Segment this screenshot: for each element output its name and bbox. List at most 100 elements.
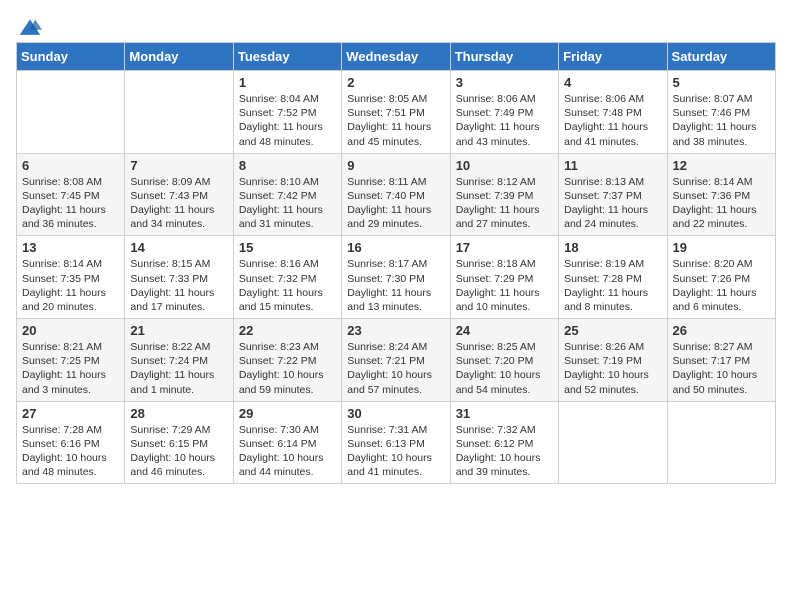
calendar-cell: [667, 401, 775, 484]
calendar-cell: 26 Sunrise: 8:27 AM Sunset: 7:17 PM Dayli…: [667, 319, 775, 402]
day-number: 23: [347, 323, 444, 338]
day-number: 22: [239, 323, 336, 338]
cell-text: Sunrise: 8:24 AM Sunset: 7:21 PM Dayligh…: [347, 340, 444, 397]
day-number: 15: [239, 240, 336, 255]
cell-text: Sunrise: 8:27 AM Sunset: 7:17 PM Dayligh…: [673, 340, 770, 397]
week-row-1: 1 Sunrise: 8:04 AM Sunset: 7:52 PM Daylig…: [17, 71, 776, 154]
calendar-cell: [17, 71, 125, 154]
calendar-cell: 29 Sunrise: 7:30 AM Sunset: 6:14 PM Dayli…: [233, 401, 341, 484]
cell-text: Sunrise: 8:21 AM Sunset: 7:25 PM Dayligh…: [22, 340, 119, 397]
logo: [16, 16, 42, 34]
day-number: 10: [456, 158, 553, 173]
calendar-cell: 14Sunrise: 8:15 AM Sunset: 7:33 PM Dayli…: [125, 236, 233, 319]
calendar-cell: 16 Sunrise: 8:17 AM Sunset: 7:30 PM Dayli…: [342, 236, 450, 319]
week-row-2: 6 Sunrise: 8:08 AM Sunset: 7:45 PM Daylig…: [17, 153, 776, 236]
cell-text: Sunrise: 8:18 AM Sunset: 7:29 PM Dayligh…: [456, 257, 553, 314]
day-number: 9: [347, 158, 444, 173]
day-number: 3: [456, 75, 553, 90]
calendar-cell: [125, 71, 233, 154]
logo-icon: [18, 16, 42, 40]
week-row-5: 27 Sunrise: 7:28 AM Sunset: 6:16 PM Dayli…: [17, 401, 776, 484]
day-number: 18: [564, 240, 661, 255]
day-number: 27: [22, 406, 119, 421]
day-number: 29: [239, 406, 336, 421]
day-number: 19: [673, 240, 770, 255]
cell-text: Sunrise: 8:22 AM Sunset: 7:24 PM Dayligh…: [130, 340, 227, 397]
cell-text: Sunrise: 8:14 AM Sunset: 7:36 PM Dayligh…: [673, 175, 770, 232]
calendar-cell: 24Sunrise: 8:25 AM Sunset: 7:20 PM Dayli…: [450, 319, 558, 402]
calendar-cell: 23 Sunrise: 8:24 AM Sunset: 7:21 PM Dayli…: [342, 319, 450, 402]
calendar-cell: [559, 401, 667, 484]
cell-text: Sunrise: 8:06 AM Sunset: 7:48 PM Dayligh…: [564, 92, 661, 149]
header-row: SundayMondayTuesdayWednesdayThursdayFrid…: [17, 43, 776, 71]
week-row-3: 13 Sunrise: 8:14 AM Sunset: 7:35 PM Dayli…: [17, 236, 776, 319]
day-number: 14: [130, 240, 227, 255]
calendar-cell: 15 Sunrise: 8:16 AM Sunset: 7:32 PM Dayli…: [233, 236, 341, 319]
cell-text: Sunrise: 8:09 AM Sunset: 7:43 PM Dayligh…: [130, 175, 227, 232]
page-header: [16, 16, 776, 34]
day-number: 17: [456, 240, 553, 255]
cell-text: Sunrise: 8:12 AM Sunset: 7:39 PM Dayligh…: [456, 175, 553, 232]
calendar-cell: 22 Sunrise: 8:23 AM Sunset: 7:22 PM Dayli…: [233, 319, 341, 402]
day-number: 13: [22, 240, 119, 255]
cell-text: Sunrise: 8:04 AM Sunset: 7:52 PM Dayligh…: [239, 92, 336, 149]
day-number: 16: [347, 240, 444, 255]
day-number: 12: [673, 158, 770, 173]
cell-text: Sunrise: 8:17 AM Sunset: 7:30 PM Dayligh…: [347, 257, 444, 314]
calendar-cell: 1 Sunrise: 8:04 AM Sunset: 7:52 PM Daylig…: [233, 71, 341, 154]
cell-text: Sunrise: 8:23 AM Sunset: 7:22 PM Dayligh…: [239, 340, 336, 397]
cell-text: Sunrise: 7:28 AM Sunset: 6:16 PM Dayligh…: [22, 423, 119, 480]
day-number: 25: [564, 323, 661, 338]
calendar-cell: 11 Sunrise: 8:13 AM Sunset: 7:37 PM Dayli…: [559, 153, 667, 236]
calendar-cell: 2 Sunrise: 8:05 AM Sunset: 7:51 PM Daylig…: [342, 71, 450, 154]
cell-text: Sunrise: 8:14 AM Sunset: 7:35 PM Dayligh…: [22, 257, 119, 314]
cell-text: Sunrise: 8:13 AM Sunset: 7:37 PM Dayligh…: [564, 175, 661, 232]
calendar-cell: 31Sunrise: 7:32 AM Sunset: 6:12 PM Dayli…: [450, 401, 558, 484]
cell-text: Sunrise: 8:10 AM Sunset: 7:42 PM Dayligh…: [239, 175, 336, 232]
day-number: 21: [130, 323, 227, 338]
cell-text: Sunrise: 8:19 AM Sunset: 7:28 PM Dayligh…: [564, 257, 661, 314]
calendar-cell: 7 Sunrise: 8:09 AM Sunset: 7:43 PM Daylig…: [125, 153, 233, 236]
day-number: 31: [456, 406, 553, 421]
day-header-saturday: Saturday: [667, 43, 775, 71]
calendar-cell: 8 Sunrise: 8:10 AM Sunset: 7:42 PM Daylig…: [233, 153, 341, 236]
day-number: 7: [130, 158, 227, 173]
calendar-cell: 25 Sunrise: 8:26 AM Sunset: 7:19 PM Dayli…: [559, 319, 667, 402]
day-number: 5: [673, 75, 770, 90]
calendar-cell: 6 Sunrise: 8:08 AM Sunset: 7:45 PM Daylig…: [17, 153, 125, 236]
day-number: 20: [22, 323, 119, 338]
day-header-tuesday: Tuesday: [233, 43, 341, 71]
day-number: 28: [130, 406, 227, 421]
cell-text: Sunrise: 8:26 AM Sunset: 7:19 PM Dayligh…: [564, 340, 661, 397]
day-number: 26: [673, 323, 770, 338]
day-header-wednesday: Wednesday: [342, 43, 450, 71]
cell-text: Sunrise: 7:31 AM Sunset: 6:13 PM Dayligh…: [347, 423, 444, 480]
calendar-cell: 18 Sunrise: 8:19 AM Sunset: 7:28 PM Dayli…: [559, 236, 667, 319]
day-header-monday: Monday: [125, 43, 233, 71]
calendar-cell: 4Sunrise: 8:06 AM Sunset: 7:48 PM Daylig…: [559, 71, 667, 154]
day-number: 6: [22, 158, 119, 173]
cell-text: Sunrise: 8:05 AM Sunset: 7:51 PM Dayligh…: [347, 92, 444, 149]
day-number: 8: [239, 158, 336, 173]
cell-text: Sunrise: 8:16 AM Sunset: 7:32 PM Dayligh…: [239, 257, 336, 314]
calendar-table: SundayMondayTuesdayWednesdayThursdayFrid…: [16, 42, 776, 484]
calendar-cell: 19 Sunrise: 8:20 AM Sunset: 7:26 PM Dayli…: [667, 236, 775, 319]
day-number: 2: [347, 75, 444, 90]
day-number: 11: [564, 158, 661, 173]
calendar-cell: 13 Sunrise: 8:14 AM Sunset: 7:35 PM Dayli…: [17, 236, 125, 319]
cell-text: Sunrise: 8:20 AM Sunset: 7:26 PM Dayligh…: [673, 257, 770, 314]
day-number: 30: [347, 406, 444, 421]
day-number: 1: [239, 75, 336, 90]
calendar-cell: 10 Sunrise: 8:12 AM Sunset: 7:39 PM Dayli…: [450, 153, 558, 236]
calendar-cell: 9Sunrise: 8:11 AM Sunset: 7:40 PM Daylig…: [342, 153, 450, 236]
cell-text: Sunrise: 8:25 AM Sunset: 7:20 PM Dayligh…: [456, 340, 553, 397]
calendar-cell: 3Sunrise: 8:06 AM Sunset: 7:49 PM Daylig…: [450, 71, 558, 154]
week-row-4: 20 Sunrise: 8:21 AM Sunset: 7:25 PM Dayli…: [17, 319, 776, 402]
cell-text: Sunrise: 7:29 AM Sunset: 6:15 PM Dayligh…: [130, 423, 227, 480]
cell-text: Sunrise: 8:07 AM Sunset: 7:46 PM Dayligh…: [673, 92, 770, 149]
calendar-cell: 12 Sunrise: 8:14 AM Sunset: 7:36 PM Dayli…: [667, 153, 775, 236]
day-header-sunday: Sunday: [17, 43, 125, 71]
cell-text: Sunrise: 8:08 AM Sunset: 7:45 PM Dayligh…: [22, 175, 119, 232]
cell-text: Sunrise: 7:30 AM Sunset: 6:14 PM Dayligh…: [239, 423, 336, 480]
calendar-cell: 17 Sunrise: 8:18 AM Sunset: 7:29 PM Dayli…: [450, 236, 558, 319]
